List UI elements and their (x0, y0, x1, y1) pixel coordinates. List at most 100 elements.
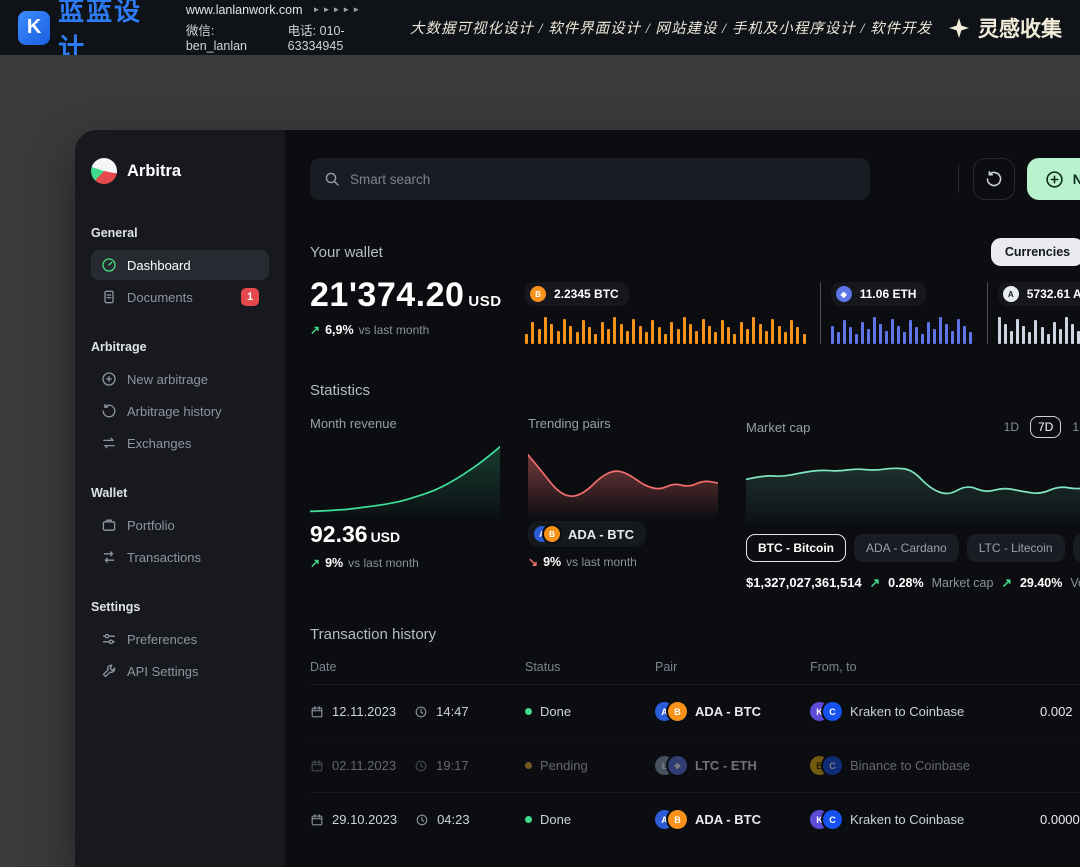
pill-ltc-litecoin[interactable]: LTC - Litecoin (967, 534, 1065, 562)
sidebar-item-new-arbitrage[interactable]: New arbitrage (91, 364, 269, 394)
nav-label: Portfolio (127, 518, 175, 533)
nav-section-general: General Dashboard Documents 1 (91, 226, 269, 312)
ada-holding-badge: 5732.61 ADA (998, 282, 1080, 306)
col-date: Date (310, 660, 525, 674)
coinbase-icon (823, 702, 842, 721)
nav-label: Transactions (127, 550, 201, 565)
trending-pair-label: ADA - BTC (568, 527, 634, 542)
sidebar-item-dashboard[interactable]: Dashboard (91, 250, 269, 280)
btc-coin-icon (530, 286, 546, 302)
sidebar-item-api-settings[interactable]: API Settings (91, 656, 269, 686)
range-1m[interactable]: 1M (1065, 417, 1080, 437)
tx-time: 19:17 (436, 758, 469, 773)
trending-pairs-card: Trending pairs ADA - BTC 9% vs la (528, 416, 718, 590)
tx-date: 29.10.2023 (332, 812, 397, 827)
wallet-title: Your wallet (310, 244, 383, 261)
plus-circle-icon (101, 371, 117, 387)
btc-holding-badge: 2.2345 BTC (525, 282, 629, 306)
sidebar-item-exchanges[interactable]: Exchanges (91, 428, 269, 458)
tx-status: Done (540, 812, 571, 827)
tx-amount: 0.002 (1040, 704, 1080, 719)
sidebar-item-documents[interactable]: Documents 1 (91, 282, 269, 312)
btc-holding-amount: 2.2345 BTC (554, 287, 619, 301)
arbitra-app-window: Arbitra General Dashboard Documents 1 Ar (75, 130, 1080, 867)
trending-pair-badge[interactable]: ADA - BTC (528, 521, 646, 547)
market-cap-value: $1,327,027,361,514 (746, 575, 862, 590)
history-button[interactable] (973, 158, 1015, 200)
tx-pair: LTC - ETH (695, 758, 757, 773)
arrow-up-icon (1001, 575, 1011, 590)
banner-website-link[interactable]: www.lanlanwork.com (186, 3, 303, 17)
transactions-icon (101, 549, 117, 565)
nav-section-arbitrage: Arbitrage New arbitrage Arbitrage histor… (91, 340, 269, 458)
wallet-allocation-chart: 2.2345 BTC 11.06 ETH (525, 282, 1080, 344)
range-1d[interactable]: 1D (997, 417, 1026, 437)
statistics-section: Statistics Month revenue 92.36USD 9% vs … (310, 382, 1080, 590)
tx-status: Pending (540, 758, 588, 773)
table-row[interactable]: 12.11.2023 14:47 Done ADA - BTC Kraken t… (310, 684, 1080, 738)
btc-coin-icon (544, 526, 560, 542)
transaction-history-section: Transaction history Date Status Pair Fro… (310, 626, 1080, 846)
sidebar-item-preferences[interactable]: Preferences (91, 624, 269, 654)
arrow-up-icon (310, 556, 320, 570)
new-arbitrage-button[interactable]: New arbitrage (1027, 158, 1080, 200)
btc-coin-icon (668, 810, 687, 829)
pill-eth-ethereum[interactable]: ETH - Ethereum (1073, 534, 1080, 562)
col-status: Status (525, 660, 655, 674)
sidebar-item-portfolio[interactable]: Portfolio (91, 510, 269, 540)
tx-pair: ADA - BTC (695, 704, 761, 719)
wallet-section: Your wallet Currencies Exchanges 21'374.… (310, 238, 1080, 344)
topbar-divider (958, 165, 959, 193)
col-pair: Pair (655, 660, 810, 674)
month-revenue-change: 9% vs last month (310, 556, 500, 570)
eth-holding-badge: 11.06 ETH (831, 282, 927, 306)
app-name: Arbitra (127, 162, 181, 181)
topbar: New arbitrage (310, 158, 1080, 200)
tx-date: 02.11.2023 (332, 758, 396, 773)
nav-label: Dashboard (127, 258, 191, 273)
history-icon (101, 403, 117, 419)
btc-coin-icon (668, 702, 687, 721)
market-cap-card: Market cap 1D 7D 1M BTC - (746, 416, 1080, 590)
document-icon (101, 289, 117, 305)
status-dot (525, 762, 532, 769)
tx-pair: ADA - BTC (695, 812, 761, 827)
arrow-up-icon (310, 323, 320, 337)
pill-ada-cardano[interactable]: ADA - Cardano (854, 534, 959, 562)
nav-section-title: Arbitrage (91, 340, 269, 354)
inspiration-collect-link[interactable]: 灵感收集 (948, 13, 1062, 43)
banner-wechat: 微信: ben_lanlan (186, 20, 274, 53)
nav-section-wallet: Wallet Portfolio Transactions (91, 486, 269, 572)
search-bar[interactable] (310, 158, 870, 200)
tab-currencies[interactable]: Currencies (991, 238, 1080, 266)
search-input[interactable] (350, 172, 856, 187)
month-revenue-chart (310, 439, 500, 517)
pill-btc-bitcoin[interactable]: BTC - Bitcoin (746, 534, 846, 562)
table-row[interactable]: 02.11.2023 19:17 Pending LTC - ETH Binan… (310, 738, 1080, 792)
sidebar-item-transactions[interactable]: Transactions (91, 542, 269, 572)
calendar-icon (310, 759, 324, 773)
col-from-to: From, to (810, 660, 1040, 674)
month-revenue-value: 92.36USD (310, 521, 500, 548)
nav-section-settings: Settings Preferences API Settings (91, 600, 269, 686)
search-icon (324, 171, 340, 187)
tx-time: 14:47 (436, 704, 469, 719)
app-brand[interactable]: Arbitra (91, 158, 269, 184)
wallet-balance: 21'374.20USD (310, 276, 525, 315)
preferences-icon (101, 631, 117, 647)
tx-route: Kraken to Coinbase (850, 812, 964, 827)
coin-filter-pills: BTC - Bitcoin ADA - Cardano LTC - Liteco… (746, 534, 1080, 562)
table-row[interactable]: 29.10.2023 04:23 Done ADA - BTC Kraken t… (310, 792, 1080, 846)
banner-services: 大数据可视化设计 / 软件界面设计 / 网站建设 / 手机及小程序设计 / 软件… (410, 17, 932, 38)
table-header: Date Status Pair From, to (310, 660, 1080, 684)
banner-contact: www.lanlanwork.com ►►►►► 微信: ben_lanlan … (186, 3, 394, 53)
statistics-title: Statistics (310, 382, 370, 399)
btc-segment: 2.2345 BTC (525, 282, 820, 344)
desktop-background: Arbitra General Dashboard Documents 1 Ar (0, 55, 1080, 867)
range-7d[interactable]: 7D (1030, 416, 1061, 438)
sidebar-item-arbitrage-history[interactable]: Arbitrage history (91, 396, 269, 426)
tx-time: 04:23 (437, 812, 470, 827)
ada-holding-amount: 5732.61 ADA (1027, 287, 1080, 301)
nav-label: Documents (127, 290, 193, 305)
gauge-icon (101, 257, 117, 273)
